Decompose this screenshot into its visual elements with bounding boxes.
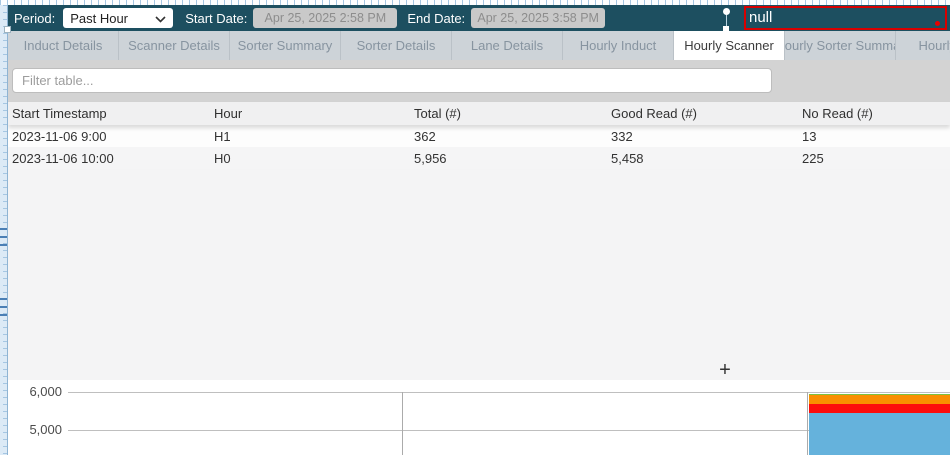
selection-anchor-handle[interactable] (723, 8, 730, 15)
ruler-guide-mark (0, 314, 7, 316)
table-body: 2023-11-06 9:00H1362332132023-11-06 10:0… (8, 125, 950, 169)
tab-sorter-details[interactable]: Sorter Details (341, 31, 452, 60)
column-header[interactable]: No Read (#) (798, 106, 950, 121)
table-cell: 332 (607, 129, 798, 144)
tab-hourly-sorter-summar[interactable]: Hourly Sorter Summar (785, 31, 896, 60)
table-cell: 2023-11-06 9:00 (8, 129, 210, 144)
table-cell: 225 (798, 151, 950, 166)
gridline-vertical (807, 392, 808, 455)
dashboard-view: Period: Past Hour Start Date: Apr 25, 20… (8, 5, 950, 455)
designer-canvas: Period: Past Hour Start Date: Apr 25, 20… (0, 0, 950, 455)
column-header[interactable]: Start Timestamp (8, 106, 210, 121)
table-header-row: Start TimestampHourTotal (#)Good Read (#… (8, 102, 950, 125)
hourly-scanner-chart: 6,000 5,000 (8, 380, 950, 455)
tab-lane-details[interactable]: Lane Details (452, 31, 563, 60)
tab-scanner-details[interactable]: Scanner Details (119, 31, 230, 60)
table-cell: 5,458 (607, 151, 798, 166)
selected-label-with-error[interactable]: null (744, 6, 947, 30)
tab-hourly-induct[interactable]: Hourly Induct (563, 31, 674, 60)
period-select-value: Past Hour (70, 11, 128, 26)
ruler-vertical (0, 5, 8, 455)
hourly-scanner-panel: Start TimestampHourTotal (#)Good Read (#… (8, 60, 950, 380)
end-date-label: End Date: (407, 11, 465, 26)
selection-resize-handle[interactable] (4, 26, 11, 33)
tab-induct-details[interactable]: Induct Details (8, 31, 119, 60)
start-date-value: Apr 25, 2025 2:58 PM (265, 11, 387, 25)
filter-toolbar: Period: Past Hour Start Date: Apr 25, 20… (8, 5, 950, 31)
tab-hourly-sort[interactable]: Hourly Sort (896, 31, 950, 60)
y-axis-tick-label: 6,000 (14, 384, 62, 400)
add-row-button[interactable]: + (711, 356, 739, 380)
ruler-guide-mark (0, 228, 7, 230)
ruler-guide-mark (0, 236, 7, 238)
chevron-down-icon (155, 11, 166, 26)
bar-segment-good-read (809, 413, 950, 455)
start-date-input[interactable]: Apr 25, 2025 2:58 PM (253, 8, 397, 28)
table-cell: 5,956 (410, 151, 607, 166)
table-cell: 2023-11-06 10:00 (8, 151, 210, 166)
bar-segment-no-read (809, 404, 950, 413)
table-cell: H1 (210, 129, 410, 144)
gridline-vertical (402, 392, 403, 455)
table-row[interactable]: 2023-11-06 10:00H05,9565,458225 (8, 147, 950, 169)
table-filter-row (8, 60, 950, 102)
column-header[interactable]: Hour (210, 106, 410, 121)
period-label: Period: (14, 11, 55, 26)
end-date-value: Apr 25, 2025 3:58 PM (477, 11, 599, 25)
table-cell: H0 (210, 151, 410, 166)
table-cell: 362 (410, 129, 607, 144)
ruler-guide-mark (0, 244, 7, 246)
tab-hourly-scanner[interactable]: Hourly Scanner (674, 31, 785, 60)
column-header[interactable]: Total (#) (410, 106, 607, 121)
column-header[interactable]: Good Read (#) (607, 106, 798, 121)
period-select[interactable]: Past Hour (63, 8, 173, 28)
table-row[interactable]: 2023-11-06 9:00H136233213 (8, 125, 950, 147)
ruler-guide-mark (0, 298, 7, 300)
table-cell: 13 (798, 129, 950, 144)
table-filter-input[interactable] (12, 68, 772, 93)
binding-error-dot (935, 21, 940, 26)
tab-bar: Induct DetailsScanner DetailsSorter Summ… (8, 31, 950, 60)
end-date-input[interactable]: Apr 25, 2025 3:58 PM (471, 8, 605, 28)
bar-segment-other-orange- (809, 395, 950, 404)
null-text: null (749, 9, 772, 26)
bar-segment-other-green- (809, 394, 950, 395)
tab-sorter-summary[interactable]: Sorter Summary (230, 31, 341, 60)
start-date-label: Start Date: (185, 11, 247, 26)
ruler-guide-mark (0, 306, 7, 308)
y-axis-tick-label: 5,000 (14, 422, 62, 438)
